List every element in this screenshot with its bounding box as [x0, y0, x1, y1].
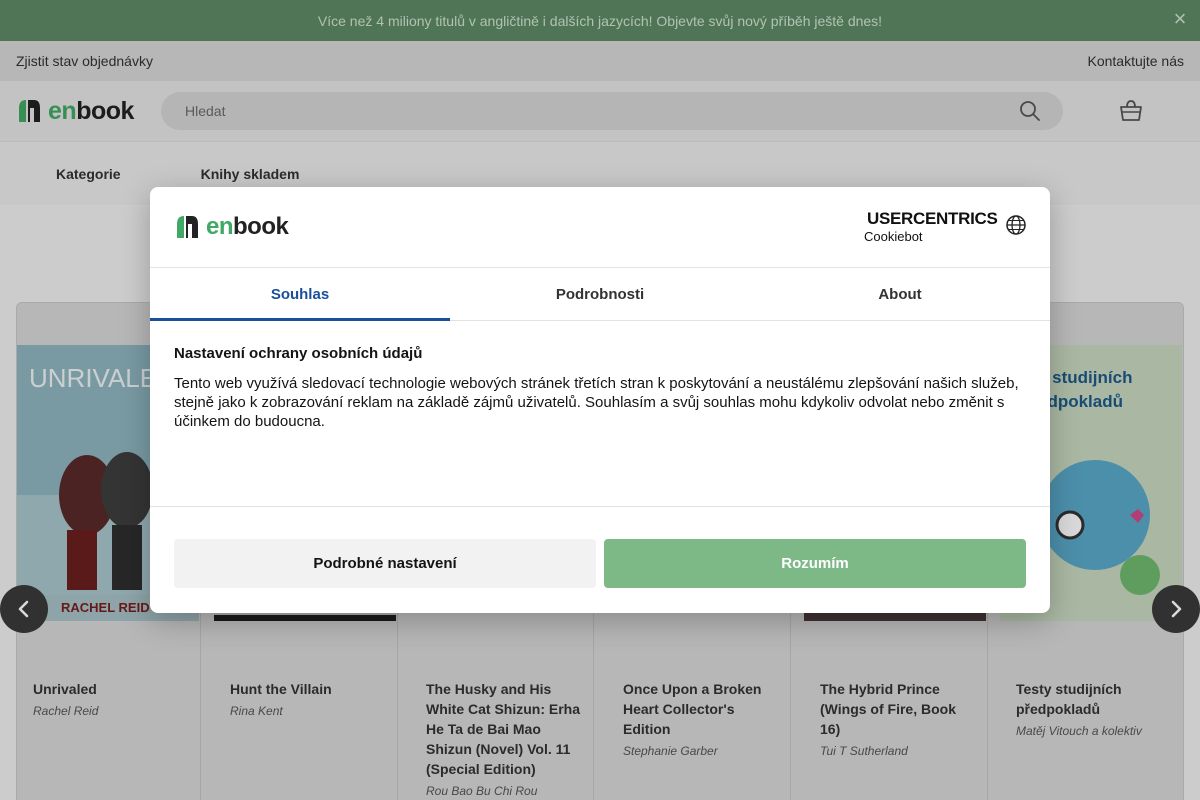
promo-text: Více než 4 miliony titulů v angličtině i… [317, 12, 883, 29]
close-icon[interactable]: × [1170, 8, 1190, 30]
book-author[interactable]: Tui T Sutherland [820, 743, 979, 759]
book-title-text[interactable]: Unrivaled [33, 681, 97, 697]
logo-text-book: book [233, 213, 289, 240]
dialog-logo: enbook [174, 213, 319, 241]
site-header: enbook [0, 81, 1200, 141]
book-author[interactable]: Rina Kent [230, 703, 389, 719]
order-status-link[interactable]: Zjistit stav objednávky [16, 53, 153, 69]
carousel-next-button[interactable] [1152, 585, 1200, 633]
dialog-heading: Nastavení ochrany osobních údajů [174, 345, 423, 362]
logo-text-book: book [76, 96, 134, 125]
book-title[interactable]: The Hybrid Prince (Wings of Fire, Book 1… [820, 679, 979, 759]
tab-souhlas[interactable]: Souhlas [150, 268, 450, 321]
search-icon[interactable] [1019, 100, 1041, 122]
logo-text-en: en [48, 96, 77, 125]
nav-item-knihy-skladem[interactable]: Knihy skladem [201, 166, 300, 182]
book-title-text[interactable]: Once Upon a Broken Heart Collector's Edi… [623, 681, 761, 737]
globe-icon[interactable] [1006, 215, 1026, 235]
search-bar [161, 92, 1063, 130]
book-title[interactable]: Once Upon a Broken Heart Collector's Edi… [623, 679, 782, 759]
usercentrics-text: USERCENTRICS [867, 209, 998, 228]
book-title[interactable]: Unrivaled Rachel Reid [33, 679, 192, 719]
logo-mark-icon [19, 100, 40, 122]
dialog-text: Tento web využívá sledovací technologie … [174, 375, 1019, 430]
cookie-consent-dialog: enbook USERCENTRICS Cookiebot Souhlas Po… [150, 187, 1050, 613]
chevron-left-icon [18, 600, 29, 618]
book-author[interactable]: Stephanie Garber [623, 743, 782, 759]
logo-text: enbook [206, 213, 289, 241]
carousel-prev-button[interactable] [0, 585, 48, 633]
book-title-text[interactable]: The Husky and His White Cat Shizun: Erha… [426, 681, 580, 777]
logo-mark-icon [177, 216, 198, 238]
usercentrics-brand: USERCENTRICS [864, 209, 998, 229]
book-author[interactable]: Rachel Reid [33, 703, 192, 719]
accept-button[interactable]: Rozumím [604, 539, 1026, 588]
tab-about[interactable]: About [750, 268, 1050, 320]
contact-link[interactable]: Kontaktujte nás [1087, 53, 1184, 69]
book-title[interactable]: Testy studijních předpokladů Matěj Vitou… [1016, 679, 1176, 739]
promo-bar: Více než 4 miliony titulů v angličtině i… [0, 0, 1200, 41]
cover-title-text: y studijních [1038, 368, 1132, 387]
book-title-text[interactable]: Testy studijních předpokladů [1016, 681, 1122, 717]
logo-text: enbook [48, 97, 134, 126]
chevron-right-icon [1171, 600, 1182, 618]
dialog-body: Nastavení ochrany osobních údajů Tento w… [150, 321, 1050, 507]
book-author[interactable]: Matěj Vitouch a kolektiv [1016, 723, 1176, 739]
book-title[interactable]: Hunt the Villain Rina Kent [230, 679, 389, 719]
book-title[interactable]: The Husky and His White Cat Shizun: Erha… [426, 679, 585, 799]
logo-text-en: en [206, 213, 234, 240]
tab-podrobnosti[interactable]: Podrobnosti [450, 268, 750, 320]
book-author[interactable]: Rou Bao Bu Chi Rou [426, 783, 585, 799]
basket-icon[interactable] [1118, 98, 1144, 124]
cover-title-text: edpokladů [1038, 392, 1123, 411]
dialog-tabs: Souhlas Podrobnosti About [150, 268, 1050, 321]
top-bar: Zjistit stav objednávky Kontaktujte nás [0, 41, 1200, 81]
book-title-text[interactable]: The Hybrid Prince (Wings of Fire, Book 1… [820, 681, 956, 737]
site-logo[interactable]: enbook [16, 97, 161, 126]
book-title-text[interactable]: Hunt the Villain [230, 681, 332, 697]
search-input[interactable] [185, 103, 1019, 119]
dialog-header: enbook USERCENTRICS Cookiebot [150, 187, 1050, 268]
dialog-actions: Podrobné nastavení Rozumím [150, 507, 1050, 588]
cookiebot-logo: USERCENTRICS Cookiebot [864, 209, 998, 244]
cover-author-text: RACHEL REID [61, 600, 150, 615]
detailed-settings-button[interactable]: Podrobné nastavení [174, 539, 596, 588]
cookiebot-text: Cookiebot [864, 229, 923, 244]
nav-item-kategorie[interactable]: Kategorie [56, 166, 121, 182]
